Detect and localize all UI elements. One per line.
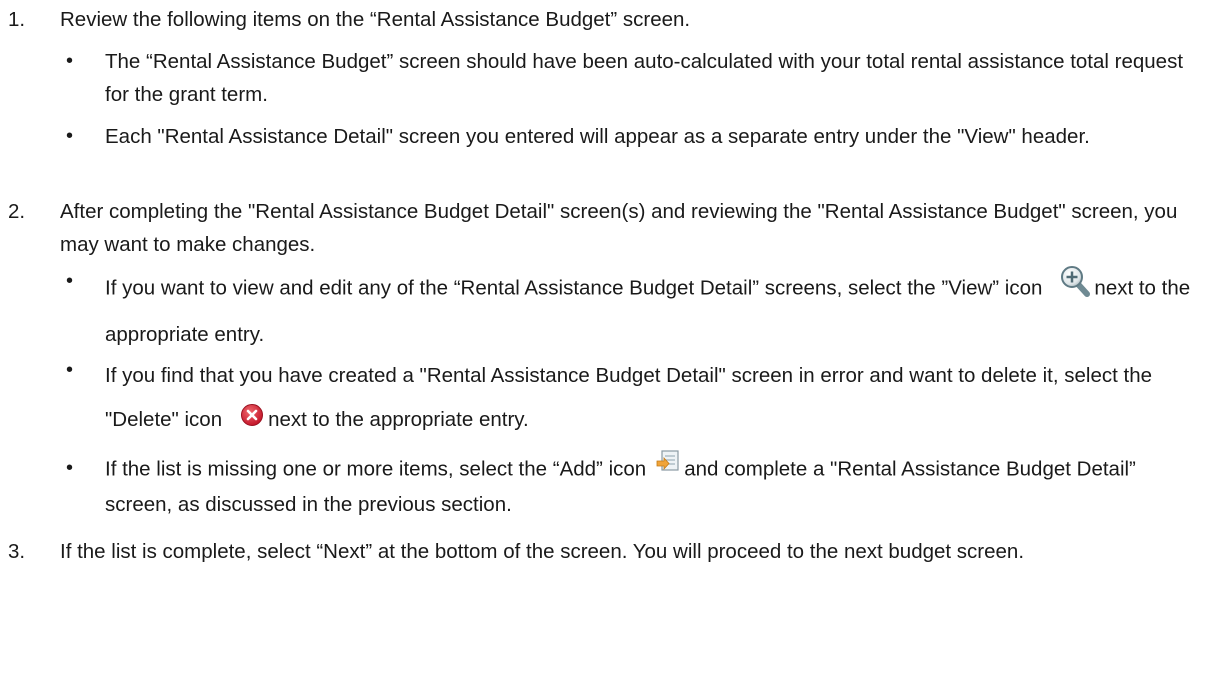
bullet-symbol: • [66, 125, 74, 147]
bullet-symbol: • [66, 270, 74, 292]
bullet-symbol: • [66, 50, 74, 72]
numbered-item-1: 1. Review the following items on the “Re… [8, 3, 1198, 36]
delete-icon [240, 399, 264, 443]
bullet-symbol: • [66, 359, 74, 381]
bullet-item-2-1: • If you want to view and edit any of th… [60, 265, 1200, 357]
bullet-text-before: If the list is missing one or more items… [105, 457, 647, 481]
add-icon [656, 448, 682, 484]
bullet-text: The “Rental Assistance Budget” screen sh… [105, 50, 1184, 106]
bullet-text-before: If you want to view and edit any of the … [105, 276, 1043, 300]
numbered-item-2: 2. After completing the "Rental Assistan… [8, 195, 1198, 261]
view-icon [1060, 265, 1091, 313]
bullet-text: If the list is missing one or more items… [105, 450, 1200, 521]
item-text: After completing the "Rental Assistance … [60, 200, 1178, 256]
bullet-symbol: • [66, 457, 74, 479]
item-number: 2. [8, 200, 26, 223]
bullet-text: If you find that you have created a "Ren… [105, 354, 1200, 443]
bullet-text-after: next to the appropriate entry. [268, 408, 529, 431]
item-text: Review the following items on the “Renta… [60, 8, 691, 31]
item-number: 1. [8, 8, 26, 31]
numbered-item-3: 3. If the list is complete, select “Next… [8, 535, 1198, 568]
item-number: 3. [8, 540, 26, 563]
bullet-item-2-3: • If the list is missing one or more ite… [60, 450, 1200, 521]
bullet-item-1-1: • The “Rental Assistance Budget” screen … [60, 45, 1200, 111]
bullet-text: If you want to view and edit any of the … [105, 265, 1200, 357]
item-text: If the list is complete, select “Next” a… [60, 540, 1025, 563]
bullet-item-2-2: • If you find that you have created a "R… [60, 354, 1200, 443]
bullet-text: Each "Rental Assistance Detail" screen y… [105, 125, 1090, 148]
bullet-item-1-2: • Each "Rental Assistance Detail" screen… [60, 120, 1200, 153]
instruction-document: 1. Review the following items on the “Re… [0, 0, 1220, 687]
